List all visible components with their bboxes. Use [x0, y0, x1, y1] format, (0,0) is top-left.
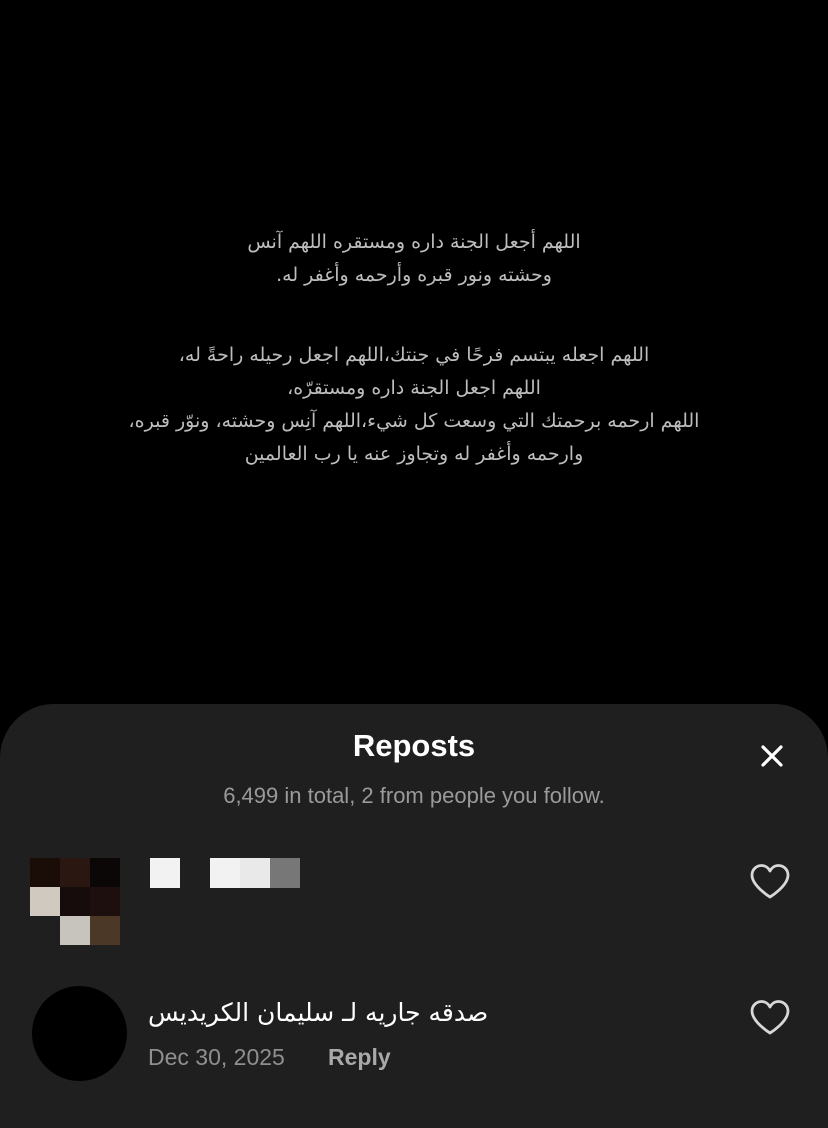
sheet-title: Reposts [352, 728, 476, 763]
reposts-sheet: Reposts 6,499 in total, 2 from people yo… [0, 704, 828, 1128]
verse-line: اللهم اجعل الجنة داره ومستقرّه، [287, 377, 541, 399]
reposts-summary: 6,499 in total, 2 from people you follow… [223, 783, 605, 808]
like-button[interactable] [748, 998, 792, 1038]
repost-item[interactable] [0, 854, 828, 954]
user-avatar[interactable] [30, 858, 120, 948]
username-redacted [150, 858, 310, 888]
heart-outline-icon [750, 864, 790, 899]
verse-block-2: اللهم اجعله يبتسم فرحًا في جنتك،اللهم اج… [0, 339, 828, 471]
verse-line: وحشته ونور قبره وأرحمه وأغفر له. [276, 264, 552, 286]
verse-line: وارحمه وأغفر له وتجاوز عنه يا رب العالمي… [244, 443, 584, 465]
repost-comment: صدقه جاريه لـ سليمان الكريديس [148, 998, 489, 1027]
heart-outline-icon [750, 1000, 790, 1035]
verse-line: اللهم أجعل الجنة داره ومستقره اللهم آنس [247, 231, 581, 253]
user-avatar[interactable] [32, 986, 127, 1081]
verse-line: اللهم اجعله يبتسم فرحًا في جنتك،اللهم اج… [178, 344, 650, 366]
video-player[interactable]: اللهم أجعل الجنة داره ومستقره اللهم آنس … [0, 0, 828, 720]
repost-date: Dec 30, 2025 [148, 1044, 285, 1070]
reply-button[interactable]: Reply [328, 1044, 391, 1071]
repost-item[interactable]: صدقه جاريه لـ سليمان الكريديس Dec 30, 20… [0, 982, 828, 1092]
verse-line: اللهم ارحمه برحمتك التي وسعت كل شيء،الله… [128, 410, 700, 432]
close-button[interactable] [752, 736, 792, 776]
close-icon [761, 745, 783, 767]
like-button[interactable] [748, 862, 792, 902]
verse-block-1: اللهم أجعل الجنة داره ومستقره اللهم آنس … [0, 226, 828, 292]
